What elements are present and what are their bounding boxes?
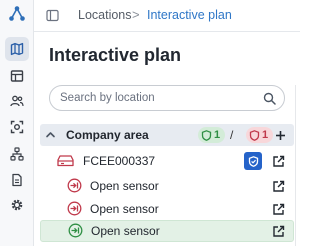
ok-count: 1	[214, 129, 221, 141]
shield-alert-icon	[249, 129, 260, 141]
open-sensor-button[interactable]	[270, 223, 286, 239]
open-device-button[interactable]	[270, 153, 286, 169]
rail-item-users[interactable]	[5, 89, 29, 113]
rail-item-map[interactable]	[5, 37, 29, 61]
open-external-icon	[272, 155, 284, 167]
document-icon	[12, 173, 22, 187]
open-external-icon	[272, 225, 284, 237]
nav-rail	[0, 0, 34, 246]
shield-ok-icon	[201, 129, 212, 141]
open-external-icon	[272, 180, 284, 192]
rail-item-settings[interactable]	[5, 193, 29, 217]
device-icon	[57, 155, 74, 167]
alert-count-badge: 1	[246, 127, 274, 143]
sensor-ok-icon	[68, 223, 83, 238]
breadcrumb-current[interactable]: Interactive plan	[147, 8, 232, 22]
tree-sensor-row[interactable]: Open sensor	[40, 198, 294, 220]
panel-divider	[295, 85, 296, 246]
sensor-label: Open sensor	[90, 179, 159, 193]
rail-item-scan[interactable]	[5, 115, 29, 139]
sensor-alert-icon	[67, 178, 82, 193]
sensor-label: Open sensor	[90, 202, 159, 216]
search-input[interactable]	[60, 90, 260, 106]
top-bar: Locations > Interactive plan	[34, 0, 300, 32]
breadcrumb-separator: >	[132, 7, 140, 22]
device-status-button[interactable]	[244, 152, 262, 170]
dashboard-icon	[10, 70, 24, 82]
tree-sensor-row-selected[interactable]: Open sensor	[40, 220, 294, 242]
add-button[interactable]	[271, 126, 289, 144]
map-icon	[10, 42, 24, 56]
plus-icon	[275, 130, 285, 140]
search-box	[49, 85, 285, 111]
network-icon	[10, 147, 24, 161]
ok-count-badge: 1	[198, 127, 226, 143]
rail-item-documents[interactable]	[5, 168, 29, 192]
device-label: FCEE000337	[83, 154, 156, 168]
open-external-icon	[272, 203, 284, 215]
app-logo-icon[interactable]	[8, 5, 26, 23]
shield-check-icon	[248, 155, 258, 167]
sensor-label: Open sensor	[91, 224, 160, 238]
breadcrumb-locations[interactable]: Locations	[78, 8, 132, 22]
open-sensor-button[interactable]	[270, 178, 286, 194]
area-label: Company area	[66, 128, 149, 142]
count-separator: /	[230, 128, 234, 142]
alert-count: 1	[262, 129, 269, 141]
users-icon	[10, 95, 24, 107]
rail-item-dashboard[interactable]	[5, 64, 29, 88]
tree-area-row[interactable]: Company area 1 / 1	[40, 124, 294, 146]
sensor-alert-icon	[67, 201, 82, 216]
open-sensor-button[interactable]	[270, 201, 286, 217]
tree-sensor-row[interactable]: Open sensor	[40, 175, 294, 197]
sidebar-toggle-icon[interactable]	[46, 9, 59, 22]
scan-icon	[10, 120, 24, 134]
settings-icon	[11, 199, 23, 211]
tree-device-row[interactable]: FCEE000337	[40, 150, 294, 172]
chevron-up-icon[interactable]	[45, 129, 56, 140]
rail-item-network[interactable]	[5, 142, 29, 166]
page-title: Interactive plan	[49, 45, 182, 65]
search-icon[interactable]	[263, 92, 276, 105]
